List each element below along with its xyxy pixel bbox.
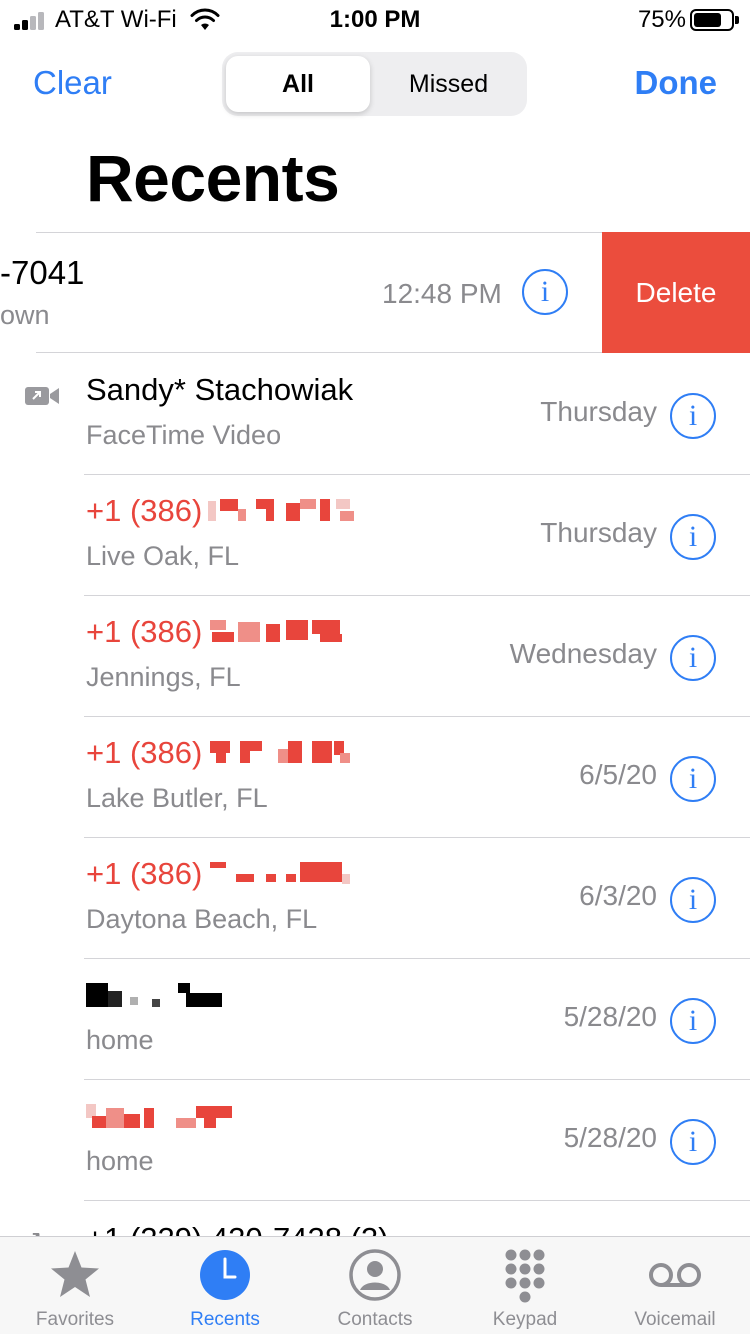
call-name: [86, 1098, 236, 1134]
call-row[interactable]: Sandy* Stachowiak FaceTime Video Thursda…: [0, 354, 750, 475]
call-row[interactable]: +1 (386) Live Oak, FL Thursday i: [0, 475, 750, 596]
call-name: +1 (386): [86, 735, 360, 771]
call-row[interactable]: +1 (386) Jennings, FL Wednesday i: [0, 596, 750, 717]
person-circle-icon: [349, 1249, 401, 1301]
divider: [36, 232, 602, 233]
all-missed-segmented-control: All Missed: [222, 52, 527, 116]
info-icon[interactable]: i: [670, 756, 716, 802]
call-row[interactable]: home 5/28/20 i: [0, 959, 750, 1080]
info-icon[interactable]: i: [670, 1119, 716, 1165]
call-name: +1 (386): [86, 493, 360, 529]
call-subtitle: home: [86, 1146, 154, 1176]
voicemail-icon: [649, 1263, 701, 1287]
call-row[interactable]: home 5/28/20 i: [0, 1080, 750, 1201]
battery-percent: 75%: [637, 6, 686, 33]
keypad-icon: [505, 1249, 545, 1303]
call-time: Thursday: [540, 396, 657, 427]
info-icon[interactable]: i: [670, 393, 716, 439]
tab-bar: Favorites Recents Contacts Keypad Voicem…: [0, 1236, 750, 1334]
call-row[interactable]: +1 (386) Daytona Beach, FL 6/3/20 i: [0, 838, 750, 959]
redacted-name: [86, 1104, 232, 1128]
star-icon: [51, 1251, 99, 1297]
info-icon[interactable]: i: [670, 514, 716, 560]
call-time: 5/28/20: [563, 1122, 657, 1153]
redacted-digits: [210, 620, 343, 642]
call-name: +1 (386): [86, 856, 360, 892]
call-time: Thursday: [540, 517, 657, 548]
call-time: 6/5/20: [579, 759, 657, 790]
call-subtitle: FaceTime Video: [86, 420, 282, 450]
tab-label: Keypad: [492, 1309, 558, 1330]
call-name: [86, 977, 226, 1013]
redacted-digits: [210, 862, 351, 884]
tab-recents[interactable]: Recents: [150, 1237, 300, 1334]
redacted-name: [86, 983, 222, 1007]
call-name: -7041: [0, 254, 85, 291]
segment-all[interactable]: All: [226, 56, 370, 112]
call-subtitle: Live Oak, FL: [86, 541, 240, 571]
tab-favorites[interactable]: Favorites: [0, 1237, 150, 1334]
tab-contacts[interactable]: Contacts: [300, 1237, 450, 1334]
redacted-digits: [208, 499, 355, 521]
facetime-video-icon: [25, 387, 59, 405]
battery-icon: [690, 9, 739, 31]
tab-label: Recents: [190, 1309, 260, 1330]
call-subtitle: own: [0, 300, 50, 330]
call-subtitle: Daytona Beach, FL: [86, 904, 318, 934]
call-subtitle: Jennings, FL: [86, 662, 241, 692]
call-subtitle: Lake Butler, FL: [86, 783, 268, 813]
segment-missed[interactable]: Missed: [374, 56, 523, 112]
call-row[interactable]: +1 (386) Lake Butler, FL 6/5/20 i: [0, 717, 750, 838]
status-bar: AT&T Wi-Fi 1:00 PM 75%: [0, 0, 750, 44]
tab-label: Favorites: [35, 1309, 115, 1330]
tab-label: Voicemail: [634, 1309, 716, 1330]
tab-keypad[interactable]: Keypad: [450, 1237, 600, 1334]
clear-button[interactable]: Clear: [33, 64, 112, 102]
info-icon[interactable]: i: [670, 635, 716, 681]
call-subtitle: home: [86, 1025, 154, 1055]
redacted-digits: [210, 741, 351, 763]
info-icon[interactable]: i: [670, 998, 716, 1044]
divider: [36, 352, 602, 353]
call-time: 12:48 PM: [382, 278, 502, 309]
page-title: Recents: [86, 141, 340, 215]
call-time: 6/3/20: [579, 880, 657, 911]
info-icon[interactable]: i: [670, 877, 716, 923]
tab-label: Contacts: [337, 1309, 413, 1330]
done-button[interactable]: Done: [635, 64, 718, 102]
delete-button[interactable]: Delete: [602, 232, 750, 353]
clock-icon: [200, 1250, 250, 1300]
info-icon[interactable]: i: [522, 269, 568, 315]
swiped-call-row[interactable]: -7041 own 12:48 PM i Delete: [0, 232, 750, 353]
call-time: Wednesday: [509, 638, 657, 669]
tab-voicemail[interactable]: Voicemail: [600, 1237, 750, 1334]
divider: [84, 1200, 750, 1201]
call-name: Sandy* Stachowiak: [86, 372, 354, 407]
call-time: 5/28/20: [563, 1001, 657, 1032]
call-name: +1 (386): [86, 614, 366, 650]
